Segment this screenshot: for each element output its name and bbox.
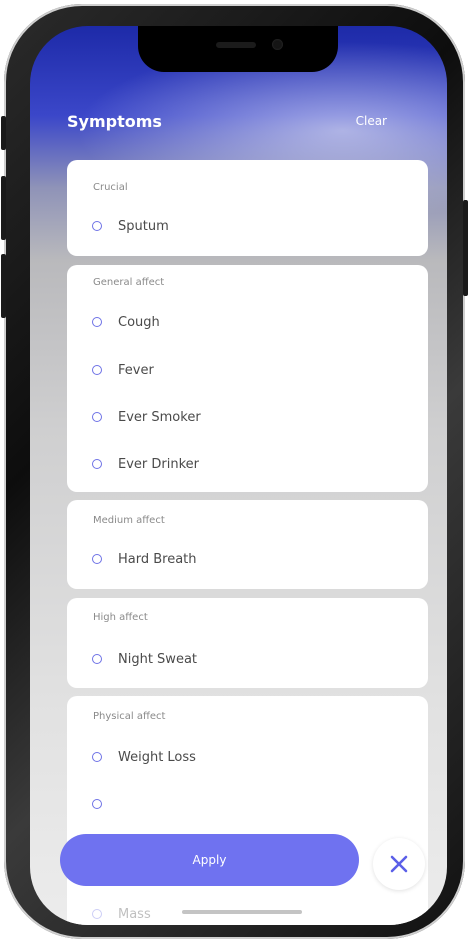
group-label: General affect: [93, 277, 165, 288]
screen: Symptoms Clear Crucial Sputum General af…: [30, 26, 447, 925]
volume-down-button: [1, 254, 6, 318]
notch: [138, 26, 338, 72]
mute-switch: [1, 116, 6, 150]
symptom-label: Cough: [118, 314, 160, 330]
volume-up-button: [1, 176, 6, 240]
phone-frame: Symptoms Clear Crucial Sputum General af…: [1, 4, 468, 939]
radio-icon[interactable]: [92, 752, 102, 762]
radio-icon[interactable]: [92, 459, 102, 469]
radio-icon[interactable]: [92, 365, 102, 375]
symptom-label: Hard Breath: [118, 551, 197, 567]
symptom-option-fever[interactable]: Fever: [92, 360, 154, 380]
close-icon: [390, 855, 408, 873]
page-title: Symptoms: [67, 112, 162, 131]
symptom-label: Weight Loss: [118, 749, 196, 765]
radio-icon[interactable]: [92, 412, 102, 422]
radio-icon[interactable]: [92, 909, 102, 919]
radio-icon[interactable]: [92, 221, 102, 231]
symptom-group-medium-affect: Medium affect Hard Breath: [67, 500, 428, 589]
group-label: Physical affect: [93, 711, 166, 722]
symptom-option-ever-drinker[interactable]: Ever Drinker: [92, 454, 199, 474]
symptom-label: Fever: [118, 362, 154, 378]
radio-icon[interactable]: [92, 554, 102, 564]
camera-icon: [272, 39, 283, 50]
symptom-option-sputum[interactable]: Sputum: [92, 216, 169, 236]
symptom-option-mass[interactable]: Mass: [92, 904, 151, 924]
symptom-option-weight-loss[interactable]: Weight Loss: [92, 747, 196, 767]
home-indicator[interactable]: [182, 910, 302, 914]
symptom-group-high-affect: High affect Night Sweat: [67, 598, 428, 688]
group-label: Crucial: [93, 182, 128, 193]
symptom-label: Sputum: [118, 218, 169, 234]
symptom-label: Ever Drinker: [118, 456, 199, 472]
symptom-group-physical-affect: Physical affect Weight Loss Mass: [67, 696, 428, 925]
close-button[interactable]: [373, 838, 425, 890]
radio-icon[interactable]: [92, 654, 102, 664]
group-label: Medium affect: [93, 515, 165, 526]
symptom-label: Mass: [118, 906, 151, 922]
radio-icon[interactable]: [92, 317, 102, 327]
symptom-label: Night Sweat: [118, 651, 198, 667]
radio-icon[interactable]: [92, 799, 102, 809]
symptom-option-cough[interactable]: Cough: [92, 312, 160, 332]
speaker-grille: [216, 42, 256, 48]
symptom-group-general-affect: General affect Cough Fever Ever Smoker E…: [67, 265, 428, 492]
symptom-group-crucial: Crucial Sputum: [67, 160, 428, 256]
power-button: [463, 200, 468, 296]
symptom-option-ever-smoker[interactable]: Ever Smoker: [92, 407, 201, 427]
symptom-option-hard-breath[interactable]: Hard Breath: [92, 549, 197, 569]
symptom-option-night-sweat[interactable]: Night Sweat: [92, 649, 197, 669]
group-label: High affect: [93, 612, 148, 623]
symptom-option-unlabeled[interactable]: [92, 794, 118, 814]
symptom-label: Ever Smoker: [118, 409, 201, 425]
clear-button[interactable]: Clear: [356, 114, 387, 128]
apply-button[interactable]: Apply: [60, 834, 359, 886]
